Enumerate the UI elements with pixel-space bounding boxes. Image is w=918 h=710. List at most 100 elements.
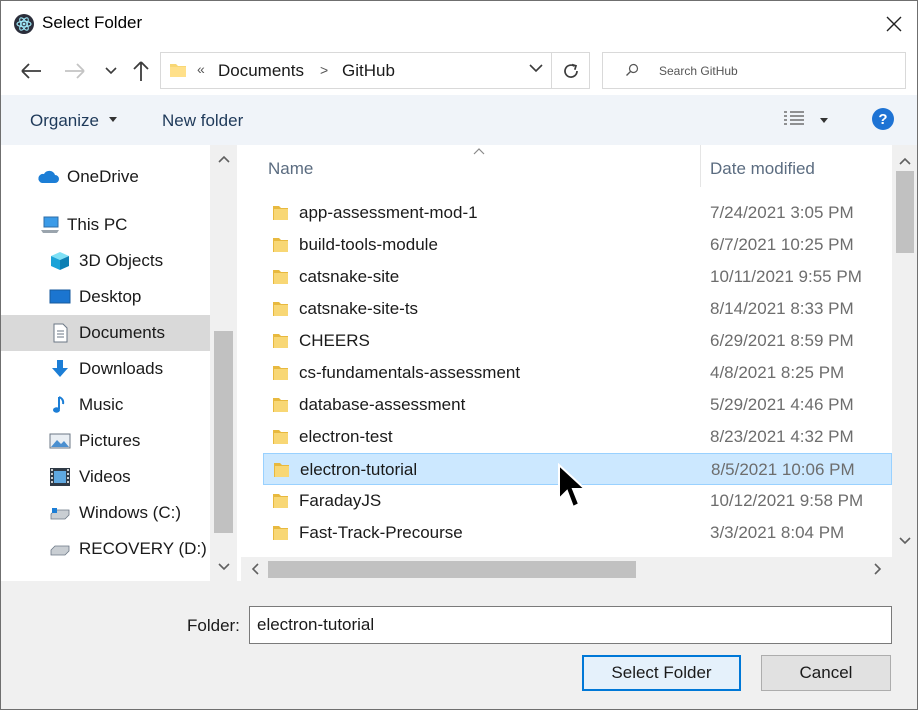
scroll-thumb[interactable] [268, 561, 636, 578]
nav-item-label: This PC [67, 215, 128, 234]
file-date-modified: 7/24/2021 3:05 PM [710, 203, 854, 222]
nav-item-this-pc[interactable]: This PC [1, 207, 210, 243]
select-folder-dialog: Select Folder « Documents > GitHub Searc… [0, 0, 918, 710]
folder-icon [273, 238, 288, 252]
file-name: FaradayJS [299, 491, 382, 510]
nav-item-label: Desktop [79, 287, 142, 306]
navigation-scrollbar[interactable] [210, 145, 237, 581]
electron-app-icon [14, 14, 34, 34]
caret-down-icon[interactable] [109, 117, 117, 122]
file-date-modified: 4/8/2021 8:25 PM [710, 363, 845, 382]
cancel-button[interactable]: Cancel [761, 655, 891, 691]
file-name: catsnake-site-ts [299, 299, 419, 318]
file-date-modified: 10/11/2021 9:55 PM [710, 267, 862, 286]
folder-icon [273, 398, 288, 412]
new-folder-button[interactable]: New folder [162, 111, 243, 131]
arrow-up-icon [133, 61, 149, 81]
scroll-left-arrow[interactable] [245, 559, 265, 579]
nav-item-pictures[interactable]: Pictures [1, 423, 210, 459]
nav-item-onedrive[interactable]: OneDrive [1, 159, 210, 195]
back-button[interactable] [17, 57, 45, 85]
command-toolbar: Organize New folder ? [1, 95, 917, 145]
file-list-pane: Name Date modified app-assessment-mod-1 7… [241, 145, 917, 581]
column-header-name[interactable]: Name [241, 145, 700, 189]
chevron-up-icon [217, 155, 230, 163]
folder-label: Folder: [187, 616, 240, 635]
nav-item-3d-objects[interactable]: 3D Objects [1, 243, 210, 279]
file-row[interactable]: app-assessment-mod-1 7/24/2021 3:05 PM [263, 197, 892, 229]
folder-icon [273, 494, 288, 508]
nav-item-documents[interactable]: Documents [1, 315, 210, 351]
file-list-horizontal-scrollbar[interactable] [241, 557, 892, 581]
address-bar[interactable]: « Documents > GitHub [160, 52, 552, 89]
chevron-down-icon[interactable] [529, 64, 543, 73]
file-row[interactable]: database-assessment 5/29/2021 4:46 PM [263, 389, 892, 421]
select-folder-button[interactable]: Select Folder [582, 655, 741, 691]
column-header-label: Name [268, 159, 314, 178]
pictures-icon [49, 433, 71, 449]
file-row[interactable]: build-tools-module 6/7/2021 10:25 PM [263, 229, 892, 261]
file-row[interactable]: catsnake-site 10/11/2021 9:55 PM [263, 261, 892, 293]
caret-down-icon[interactable] [820, 118, 828, 123]
search-input[interactable] [659, 61, 889, 81]
search-icon [626, 63, 639, 76]
scroll-down-arrow[interactable] [210, 557, 237, 577]
file-date-modified: 8/23/2021 4:32 PM [710, 427, 854, 446]
chevron-left-icon [251, 563, 259, 575]
chevron-down-icon [898, 537, 911, 545]
breadcrumb-separator[interactable]: > [320, 62, 328, 78]
folder-icon [273, 334, 288, 348]
title-bar: Select Folder [1, 1, 917, 47]
nav-item-music[interactable]: Music [1, 387, 210, 423]
nav-item-desktop[interactable]: Desktop [1, 279, 210, 315]
breadcrumb-documents[interactable]: Documents [218, 61, 304, 81]
column-header-date-modified[interactable]: Date modified [701, 145, 892, 189]
recent-locations-button[interactable] [97, 57, 125, 85]
refresh-button[interactable] [552, 52, 590, 89]
scroll-thumb[interactable] [214, 331, 233, 533]
details-view-icon[interactable] [783, 110, 805, 128]
nav-item-videos[interactable]: Videos [1, 459, 210, 495]
scroll-up-arrow[interactable] [210, 149, 237, 169]
search-box[interactable] [602, 52, 906, 89]
address-root-chevron[interactable]: « [197, 61, 205, 77]
file-row[interactable]: Fast-Track-Precourse 3/3/2021 8:04 PM [263, 517, 892, 549]
help-icon[interactable]: ? [872, 108, 894, 130]
nav-item-windows-c[interactable]: Windows (C:) [1, 495, 210, 531]
folder-icon [274, 463, 289, 477]
film-icon [50, 468, 70, 486]
chevron-right-icon [874, 563, 882, 575]
up-button[interactable] [127, 57, 155, 85]
file-row[interactable]: electron-test 8/23/2021 4:32 PM [263, 421, 892, 453]
nav-item-recovery-d[interactable]: RECOVERY (D:) [1, 531, 210, 567]
file-date-modified: 8/14/2021 8:33 PM [710, 299, 854, 318]
navigation-bar: « Documents > GitHub [1, 47, 917, 95]
drive-icon [50, 545, 70, 556]
arrow-left-icon [21, 63, 41, 79]
file-date-modified: 10/12/2021 9:58 PM [710, 491, 864, 510]
nav-item-label: Videos [79, 467, 131, 486]
scroll-thumb[interactable] [896, 171, 914, 253]
file-name: CHEERS [299, 331, 370, 350]
file-date-modified: 6/7/2021 10:25 PM [710, 235, 854, 254]
arrow-right-icon [65, 63, 85, 79]
documents-icon [53, 323, 68, 343]
scroll-right-arrow[interactable] [868, 559, 888, 579]
file-row[interactable]: catsnake-site-ts 8/14/2021 8:33 PM [263, 293, 892, 325]
file-row[interactable]: CHEERS 6/29/2021 8:59 PM [263, 325, 892, 357]
close-button[interactable] [871, 1, 917, 47]
folder-name-input[interactable] [249, 606, 892, 644]
file-row[interactable]: cs-fundamentals-assessment 4/8/2021 8:25 … [263, 357, 892, 389]
file-name: electron-test [299, 427, 393, 446]
nav-item-downloads[interactable]: Downloads [1, 351, 210, 387]
file-list-vertical-scrollbar[interactable] [892, 145, 917, 557]
refresh-icon [563, 63, 578, 78]
breadcrumb-github[interactable]: GitHub [342, 61, 395, 81]
scroll-down-arrow[interactable] [892, 531, 917, 551]
folder-icon [273, 526, 288, 540]
scroll-up-arrow[interactable] [892, 151, 917, 171]
nav-item-label: Music [79, 395, 124, 414]
forward-button[interactable] [61, 57, 89, 85]
organize-button[interactable]: Organize [30, 111, 99, 131]
file-name: build-tools-module [299, 235, 438, 254]
